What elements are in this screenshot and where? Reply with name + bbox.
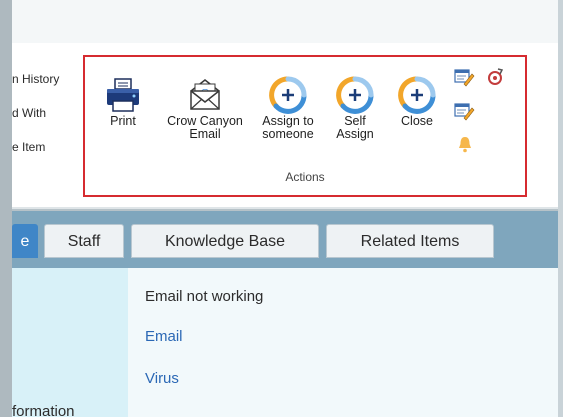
ribbon-separator	[12, 207, 558, 209]
email-label-line2: Email	[189, 127, 221, 141]
close-label: Close	[401, 114, 433, 128]
actions-group-label: Actions	[285, 170, 325, 184]
tab-details[interactable]: e	[12, 224, 38, 258]
assign-circle-plus-icon	[269, 76, 307, 114]
close-circle-plus-icon	[398, 76, 436, 114]
left-menu-item-with[interactable]: d With	[12, 106, 46, 120]
left-menu-item-history[interactable]: n History	[12, 72, 59, 86]
right-edge	[558, 0, 563, 417]
left-menu-item-item[interactable]: e Item	[12, 140, 45, 154]
edit-form-icon-2[interactable]	[453, 101, 475, 121]
actions-group: Print @ Crow Canyon Email	[83, 55, 527, 197]
assign-to-someone-button[interactable]: Assign to someone	[255, 75, 321, 141]
tab-staff[interactable]: Staff	[44, 224, 124, 258]
field-category-link[interactable]: Email	[145, 328, 183, 345]
content-label-column	[12, 268, 128, 417]
tab-related-items[interactable]: Related Items	[326, 224, 494, 258]
app-frame: n History d With e Item Print @	[0, 0, 563, 417]
email-envelope-icon: @	[190, 79, 220, 110]
print-button[interactable]: Print	[101, 75, 145, 128]
edit-form-icon[interactable]	[453, 67, 475, 87]
field-subcategory-link[interactable]: Virus	[145, 370, 179, 387]
self-assign-label-line1: Self	[344, 114, 366, 128]
self-assign-circle-plus-icon	[336, 76, 374, 114]
self-assign-label-line2: Assign	[336, 127, 374, 141]
tab-knowledge-base[interactable]: Knowledge Base	[131, 224, 319, 258]
print-label: Print	[110, 114, 136, 128]
field-title-value: Email not working	[145, 288, 264, 305]
left-edge	[0, 0, 12, 417]
close-button[interactable]: Close	[391, 75, 443, 128]
self-assign-button[interactable]: Self Assign	[329, 75, 381, 141]
printer-icon	[107, 78, 139, 112]
email-label-line1: Crow Canyon	[167, 114, 243, 128]
assign-label-line1: Assign to	[262, 114, 314, 128]
refresh-target-icon[interactable]	[485, 67, 505, 87]
bell-icon[interactable]	[457, 135, 473, 153]
information-label: formation	[12, 403, 75, 417]
assign-label-line2: someone	[262, 127, 314, 141]
crow-canyon-email-button[interactable]: @ Crow Canyon Email	[159, 75, 251, 141]
